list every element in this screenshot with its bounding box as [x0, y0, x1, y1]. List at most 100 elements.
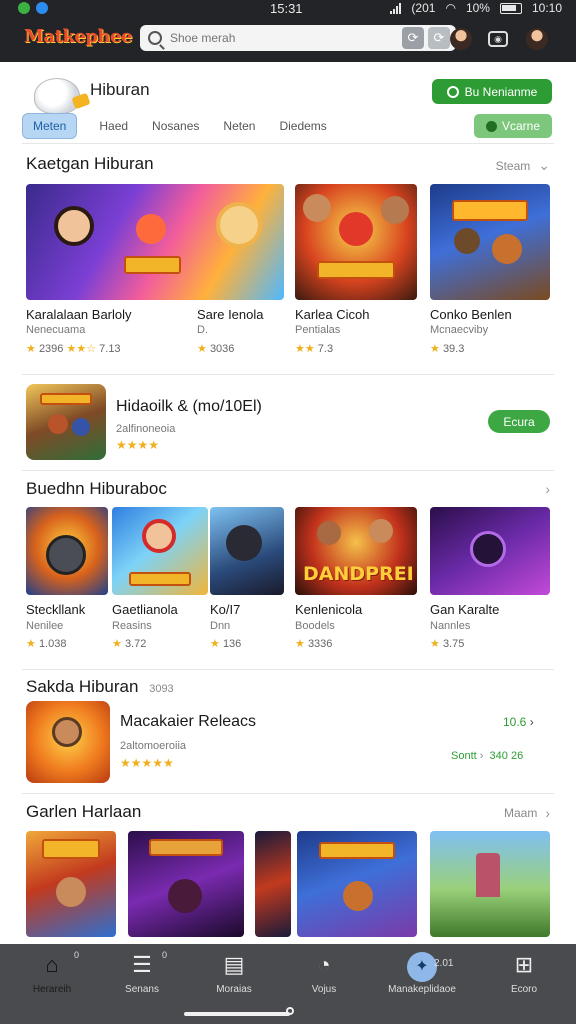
chat-icon	[446, 85, 459, 98]
nav-label: Senans	[125, 984, 159, 995]
sort-control[interactable]: Sontt › 340 26	[451, 750, 523, 762]
nav-moraias[interactable]: ▤ Moraias	[186, 944, 282, 1006]
camera-icon[interactable]: ◉	[488, 31, 508, 47]
mascot-icon	[34, 78, 80, 114]
nav-label: Manakeplidaoe	[388, 984, 456, 995]
nav-badge: 2.01	[434, 958, 454, 969]
account-avatar[interactable]	[526, 28, 548, 50]
nav-ecoro[interactable]: ⊞ Ecoro	[476, 944, 572, 1006]
game-thumbnail[interactable]	[430, 507, 550, 595]
see-all-link[interactable]: Steam ⌄	[496, 157, 550, 174]
nav-label: Moraias	[216, 984, 252, 995]
search-bar[interactable]: ⟳ ⟳	[140, 25, 456, 51]
nav-vojus[interactable]: ◔ Vojus	[276, 944, 372, 1006]
game-thumbnail[interactable]	[430, 831, 550, 937]
tab-nosanes[interactable]: Nosanes	[152, 119, 199, 133]
game-thumbnail[interactable]	[430, 184, 550, 300]
see-all-label: Steam	[495, 158, 531, 173]
nav-badge: 0	[74, 950, 80, 960]
section-title-text: Sakda Hiburan	[26, 677, 139, 696]
card-subtitle: Nenecuama	[26, 324, 86, 336]
item-title: Macakaier Releacs	[120, 713, 257, 730]
nav-senans[interactable]: ☰ Senans	[94, 944, 190, 1006]
divider	[22, 143, 554, 144]
signal-icon	[390, 2, 402, 14]
item-stars: ★★★★★	[120, 756, 174, 770]
app-logo[interactable]: Matkephee	[24, 26, 132, 47]
nav-games[interactable]: ✦ Manakeplidaoe	[374, 944, 470, 1006]
card-subtitle: Boodels	[295, 620, 335, 632]
card-subtitle: Pentialas	[295, 324, 341, 336]
card-subtitle: Dnn	[210, 620, 231, 632]
status-dot-icon	[485, 120, 497, 132]
nav-badge: 0	[162, 950, 168, 960]
star-icon: ★	[295, 638, 305, 650]
game-thumbnail[interactable]	[26, 831, 116, 937]
home-icon: ⌂	[45, 952, 59, 977]
nav-label: Vojus	[311, 984, 337, 995]
game-thumbnail[interactable]: DANDPREI	[295, 507, 417, 595]
card-subtitle: Reasins	[112, 620, 152, 632]
item-thumbnail[interactable]	[26, 701, 110, 783]
game-thumbnail[interactable]	[255, 831, 291, 937]
game-thumbnail[interactable]	[128, 831, 244, 937]
see-all-link[interactable]: Maam ›	[504, 805, 550, 821]
nav-home[interactable]: ⌂ Herareih	[4, 944, 100, 1006]
game-thumbnail[interactable]	[26, 507, 108, 595]
stack-icon: ☰	[132, 952, 152, 977]
home-indicator[interactable]	[184, 1012, 290, 1016]
tab-action-button[interactable]: Vcarne	[474, 114, 552, 138]
game-thumbnail[interactable]	[295, 184, 417, 300]
card-subtitle: Mcnaecviby	[430, 324, 489, 336]
section-count: 3093	[149, 683, 174, 695]
star-icon: ★	[26, 343, 36, 355]
search-input[interactable]	[170, 31, 390, 45]
star-icon: ★	[210, 638, 220, 650]
game-thumbnail[interactable]	[210, 507, 284, 595]
chevron-right-icon: ›	[529, 715, 534, 729]
tab-haed[interactable]: Haed	[99, 119, 128, 133]
featured-thumbnail[interactable]	[26, 384, 106, 460]
card-subtitle: D.	[197, 324, 208, 336]
star-icon: ★★	[295, 343, 315, 355]
tab-diedems[interactable]: Diedems	[279, 119, 326, 133]
divider	[22, 374, 554, 375]
app-icon-green	[18, 2, 30, 14]
card-title: Sare Ienola	[197, 307, 264, 322]
wifi-icon: ◠	[445, 1, 456, 15]
divider	[22, 669, 554, 670]
refresh-icon[interactable]: ⟳	[402, 27, 424, 49]
game-thumbnail[interactable]	[297, 831, 417, 937]
status-network: (201	[411, 1, 436, 15]
card-title: Kenlenicola	[295, 602, 363, 617]
divider	[22, 793, 554, 794]
card-subtitle: Nannles	[430, 620, 471, 632]
card-title: Gan Karalte	[430, 602, 500, 617]
card-rating: ★★ 7.3	[295, 343, 334, 355]
status-clock: 10:10	[531, 1, 562, 15]
section-title: Kaetgan Hiburan	[26, 154, 154, 173]
reload-icon[interactable]: ⟳	[428, 27, 450, 49]
card-title: Karalalaan Barloly	[26, 307, 132, 322]
castle-shape	[476, 853, 500, 897]
game-thumbnail[interactable]	[112, 507, 208, 595]
featured-action-button[interactable]: Ecura	[488, 410, 550, 433]
card-title: Gaetlianola	[112, 602, 178, 617]
nav-label: Herareih	[32, 984, 72, 995]
card-rating: ★ 3336	[295, 638, 333, 650]
tab-neten[interactable]: Neten	[223, 119, 255, 133]
tab-meten[interactable]: Meten	[22, 113, 78, 139]
home-indicator-knob	[286, 1007, 294, 1015]
primary-action-button[interactable]: Bu Nenianme	[432, 79, 552, 104]
profile-avatar[interactable]	[450, 28, 472, 50]
item-price[interactable]: 10.6 ›	[503, 715, 534, 729]
status-time: 15:31	[270, 1, 303, 16]
tab-action-label: Vcarne	[501, 119, 541, 133]
see-all-link[interactable]: ›	[545, 481, 550, 497]
gauge-icon: ◔	[317, 952, 331, 977]
see-all-label: Maam	[503, 806, 538, 820]
star-icon: ★	[430, 638, 440, 650]
game-thumbnail[interactable]	[26, 184, 284, 300]
featured-title: Hidaoilk & (mo/10El)	[116, 398, 262, 415]
star-icon: ★	[430, 343, 440, 355]
